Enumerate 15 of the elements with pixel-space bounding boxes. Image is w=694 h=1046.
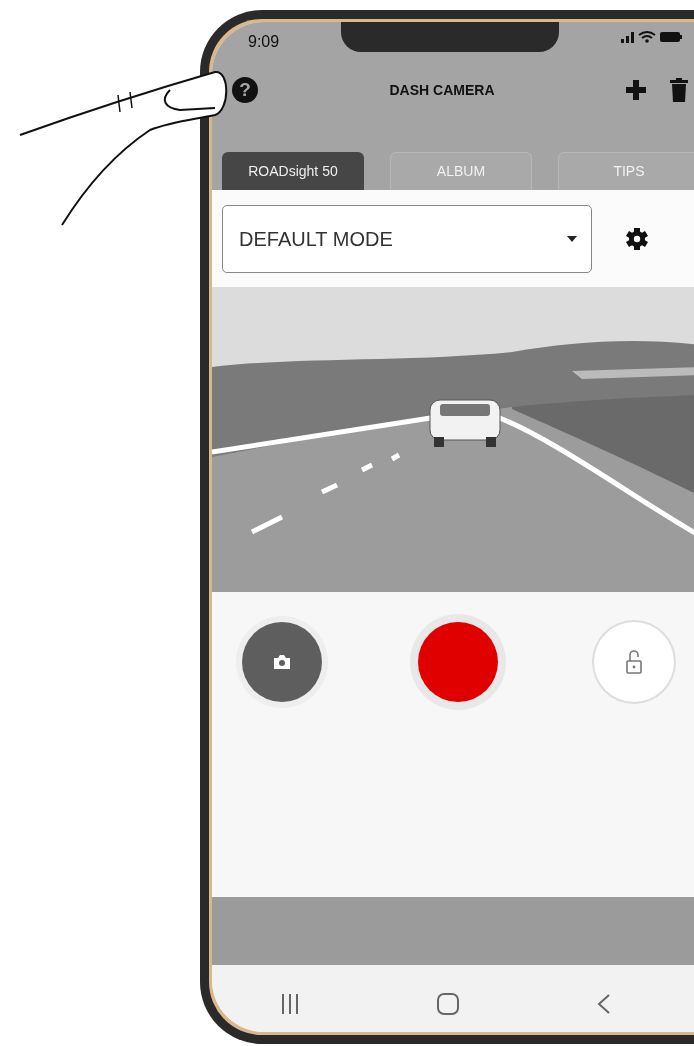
camera-icon [274,655,290,669]
signal-icon [621,30,634,43]
help-button[interactable]: ? [232,77,258,103]
mode-value: DEFAULT MODE [239,226,393,252]
add-icon[interactable] [626,80,646,100]
status-time: 9:09 [248,32,280,52]
caret-icon [567,235,577,242]
tab[interactable]: ROADsight 50 [222,152,364,190]
settings-icon[interactable] [626,227,648,250]
unlocked-padlock-icon [626,650,642,674]
trash-icon[interactable] [670,78,688,102]
mode-dropdown[interactable]: DEFAULT MODE [222,204,592,273]
screen-title: DASH CAMERA [388,80,496,100]
battery-icon [660,31,682,42]
wifi-icon [638,30,656,43]
